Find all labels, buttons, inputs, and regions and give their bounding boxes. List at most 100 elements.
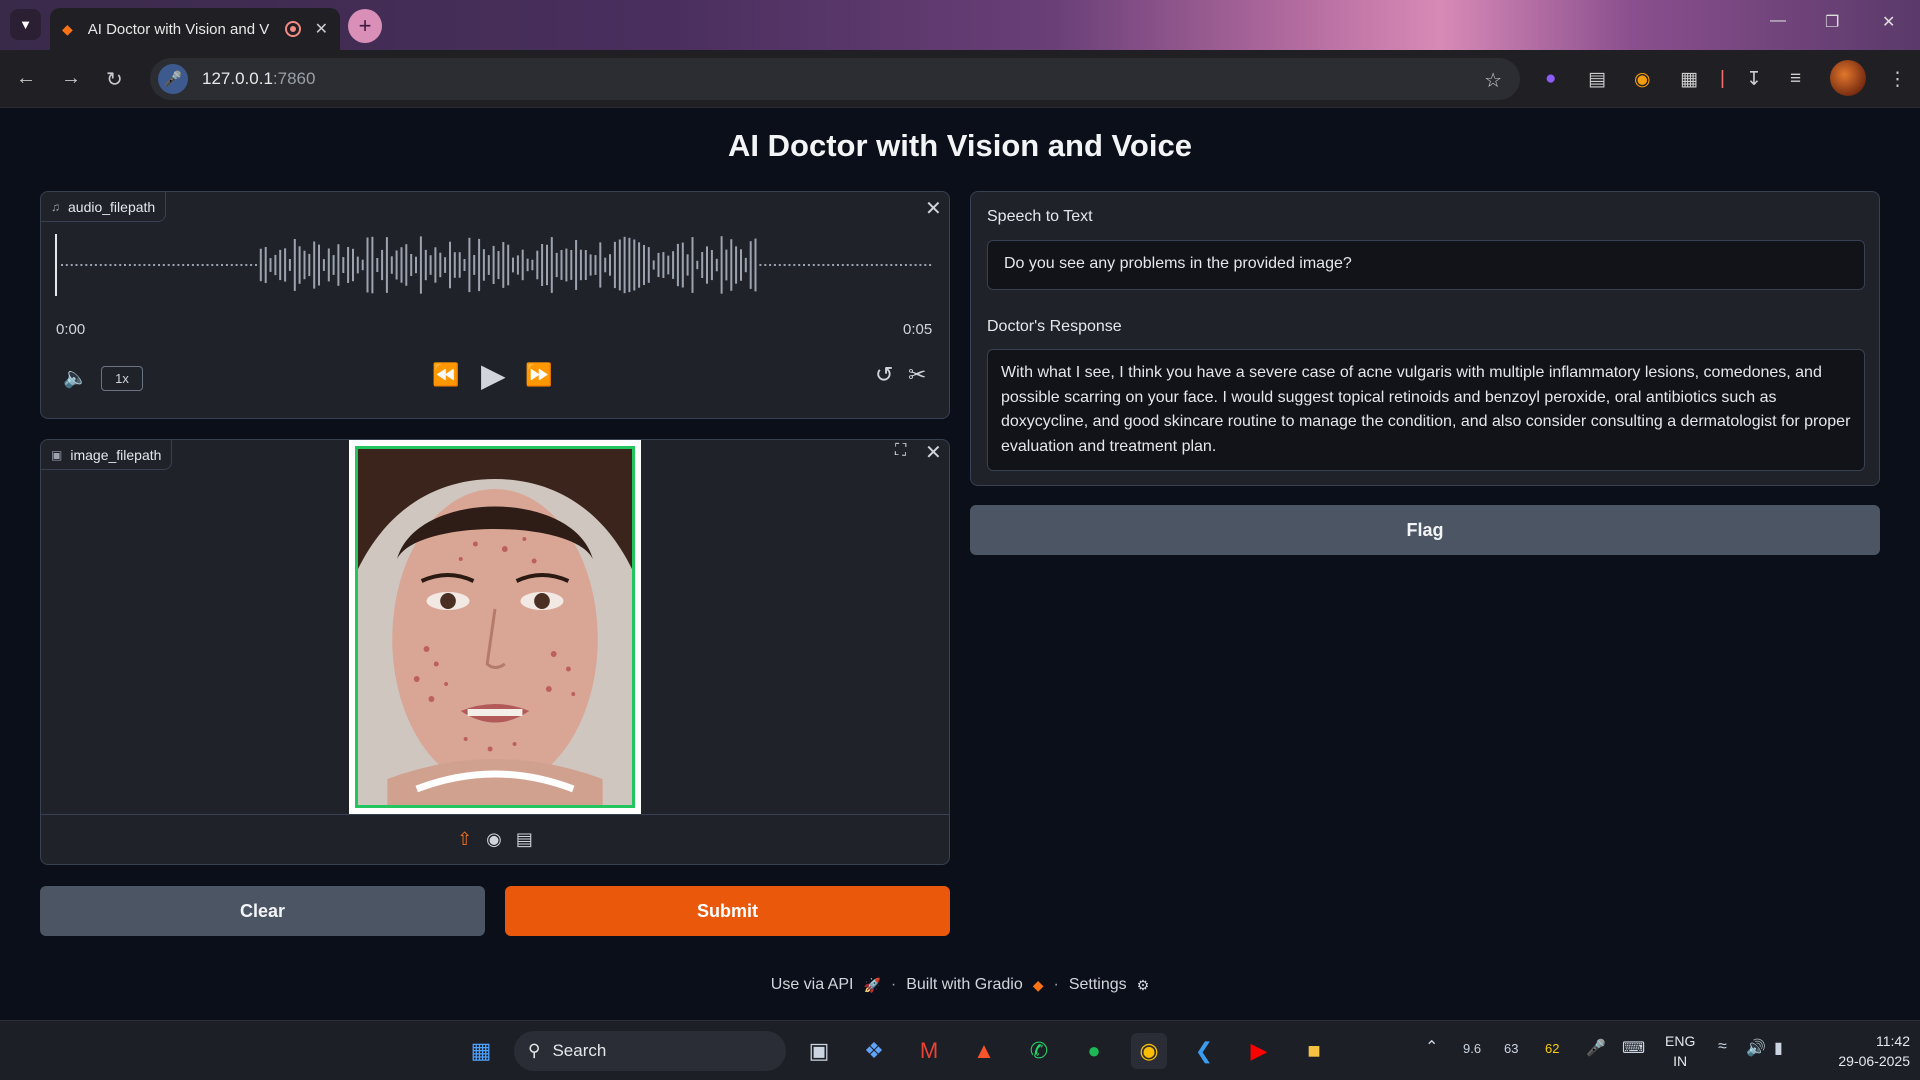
media-control-icon[interactable]: ≡ [1790, 68, 1801, 90]
waveform-bar [803, 264, 805, 266]
waveform-bar [531, 259, 534, 271]
upload-icon[interactable]: ⇧ [457, 829, 472, 850]
fast-forward-icon[interactable]: ⏩ [525, 362, 552, 388]
clear-button[interactable]: Clear [40, 886, 485, 936]
whatsapp-icon[interactable]: ✆ [1021, 1033, 1057, 1069]
built-with-gradio-link[interactable]: Built with Gradio [906, 976, 1023, 994]
microphone-icon[interactable]: 🎤 [158, 64, 188, 94]
task-view-icon[interactable]: ▣ [801, 1033, 837, 1069]
bookmark-star-icon[interactable]: ☆ [1484, 68, 1502, 93]
fullscreen-icon[interactable]: ⛶ [895, 442, 906, 460]
extension-flame-icon[interactable]: ● [1545, 68, 1556, 90]
file-explorer-icon[interactable]: ■ [1296, 1033, 1332, 1069]
image-clear-icon[interactable]: ✕ [925, 440, 942, 465]
footer-separator: · [890, 976, 897, 993]
forward-icon[interactable]: → [61, 67, 81, 90]
new-tab-button[interactable]: + [348, 9, 382, 43]
more-menu-icon[interactable]: ⋮ [1888, 68, 1907, 91]
tray-overflow-icon[interactable]: ⌃ [1425, 1037, 1438, 1057]
webcam-icon[interactable]: ◉ [486, 829, 502, 850]
language-indicator[interactable]: ENG IN [1665, 1031, 1695, 1071]
waveform-bar [764, 264, 767, 266]
use-via-api-link[interactable]: Use via API [771, 976, 854, 994]
profile-avatar[interactable] [1830, 60, 1866, 96]
speech-to-text-output[interactable]: Do you see any problems in the provided … [987, 240, 1865, 290]
tab-close-icon[interactable]: ✕ [315, 19, 328, 39]
extensions-puzzle-icon[interactable]: ▦ [1680, 68, 1698, 91]
waveform-bar [449, 241, 451, 289]
rewind-icon[interactable]: ⏪ [432, 362, 459, 388]
download-icon[interactable]: ↧ [1746, 68, 1762, 91]
volume-icon[interactable]: 🔈 [63, 365, 88, 390]
youtube-icon[interactable]: ▶ [1241, 1033, 1277, 1069]
back-icon[interactable]: ← [16, 67, 36, 90]
battery-icon[interactable]: ▮ [1774, 1038, 1783, 1058]
url-port: :7860 [272, 69, 316, 88]
taskbar-clock[interactable]: 11:42 29-06-2025 [1800, 1031, 1910, 1071]
windows-start-icon[interactable]: ▦ [463, 1033, 499, 1069]
playhead-cursor[interactable] [55, 234, 57, 296]
speaker-icon[interactable]: 🔊 [1746, 1038, 1766, 1058]
brave-icon[interactable]: ▲ [966, 1033, 1002, 1069]
waveform-bar [730, 239, 733, 291]
rocket-icon: 🚀 [863, 976, 881, 993]
waveform-bar [124, 264, 126, 266]
extension-color-icon[interactable]: ◉ [1634, 68, 1651, 91]
audio-clear-icon[interactable]: ✕ [925, 196, 942, 221]
waveform-bar [575, 240, 578, 290]
uploaded-image-frame [349, 440, 641, 814]
spotify-icon[interactable]: ● [1076, 1033, 1112, 1069]
tab-search-button[interactable]: ▼ [10, 9, 41, 40]
submit-button[interactable]: Submit [505, 886, 950, 936]
waveform-bar [880, 264, 883, 266]
browser-tab-active[interactable]: ◆ AI Doctor with Vision and V ✕ [50, 8, 340, 50]
chrome-icon[interactable]: ◉ [1131, 1033, 1167, 1069]
playback-speed-button[interactable]: 1x [101, 366, 143, 391]
waveform-bar [162, 264, 165, 266]
restore-icon[interactable]: ❐ [1825, 12, 1839, 32]
audio-waveform[interactable] [55, 234, 935, 304]
waveform-bar [337, 244, 340, 286]
doctor-response-output[interactable]: With what I see, I think you have a seve… [987, 349, 1865, 471]
tray-mic-icon[interactable]: 🎤 [1586, 1038, 1606, 1058]
taskbar-search-text: Search [552, 1041, 607, 1060]
waveform-bar [793, 264, 796, 266]
clipboard-icon[interactable]: ▤ [516, 829, 533, 850]
waveform-bar [109, 264, 112, 266]
taskbar-search-box[interactable]: ⚲ Search [514, 1031, 786, 1071]
waveform-bar [846, 264, 849, 266]
copilot-icon[interactable]: ❖ [856, 1033, 892, 1069]
address-bar[interactable]: 🎤 127.0.0.1:7860 ☆ [150, 58, 1520, 100]
play-icon[interactable]: ▶ [481, 356, 506, 394]
browser-tab-bar: ▼ ◆ AI Doctor with Vision and V ✕ + — ❐ … [0, 0, 1920, 50]
reload-icon[interactable]: ↻ [106, 67, 123, 92]
flag-button[interactable]: Flag [970, 505, 1880, 555]
waveform-bar [541, 244, 544, 286]
settings-link[interactable]: Settings [1069, 976, 1127, 994]
gear-icon: ⚙ [1136, 976, 1150, 993]
gmail-icon[interactable]: M [911, 1033, 947, 1069]
waveform-bar [740, 249, 742, 281]
waveform-bar [788, 264, 791, 266]
undo-icon[interactable]: ↺ [875, 362, 893, 388]
waveform-bar [201, 264, 204, 266]
wifi-icon[interactable]: ≈ [1718, 1038, 1727, 1056]
waveform-bar [841, 264, 844, 266]
waveform-bar [119, 264, 122, 266]
waveform-bar [361, 259, 364, 271]
trim-scissors-icon[interactable]: ✂ [908, 362, 926, 388]
waveform-bar [293, 239, 296, 291]
waveform-bar [225, 264, 228, 266]
keyboard-icon[interactable]: ⌨ [1622, 1038, 1645, 1058]
waveform-bar [594, 255, 597, 275]
minimize-icon[interactable]: — [1770, 12, 1786, 30]
vscode-icon[interactable]: ❮ [1186, 1033, 1222, 1069]
extension-card-icon[interactable]: ▤ [1588, 68, 1606, 91]
waveform-bar [366, 237, 369, 293]
waveform-bar [837, 264, 839, 266]
waveform-bar [75, 264, 78, 266]
waveform-bar [560, 250, 563, 280]
waveform-bar [153, 264, 156, 266]
tray-cpu-value: 9.6 [1463, 1041, 1482, 1056]
window-close-icon[interactable]: ✕ [1882, 12, 1895, 32]
